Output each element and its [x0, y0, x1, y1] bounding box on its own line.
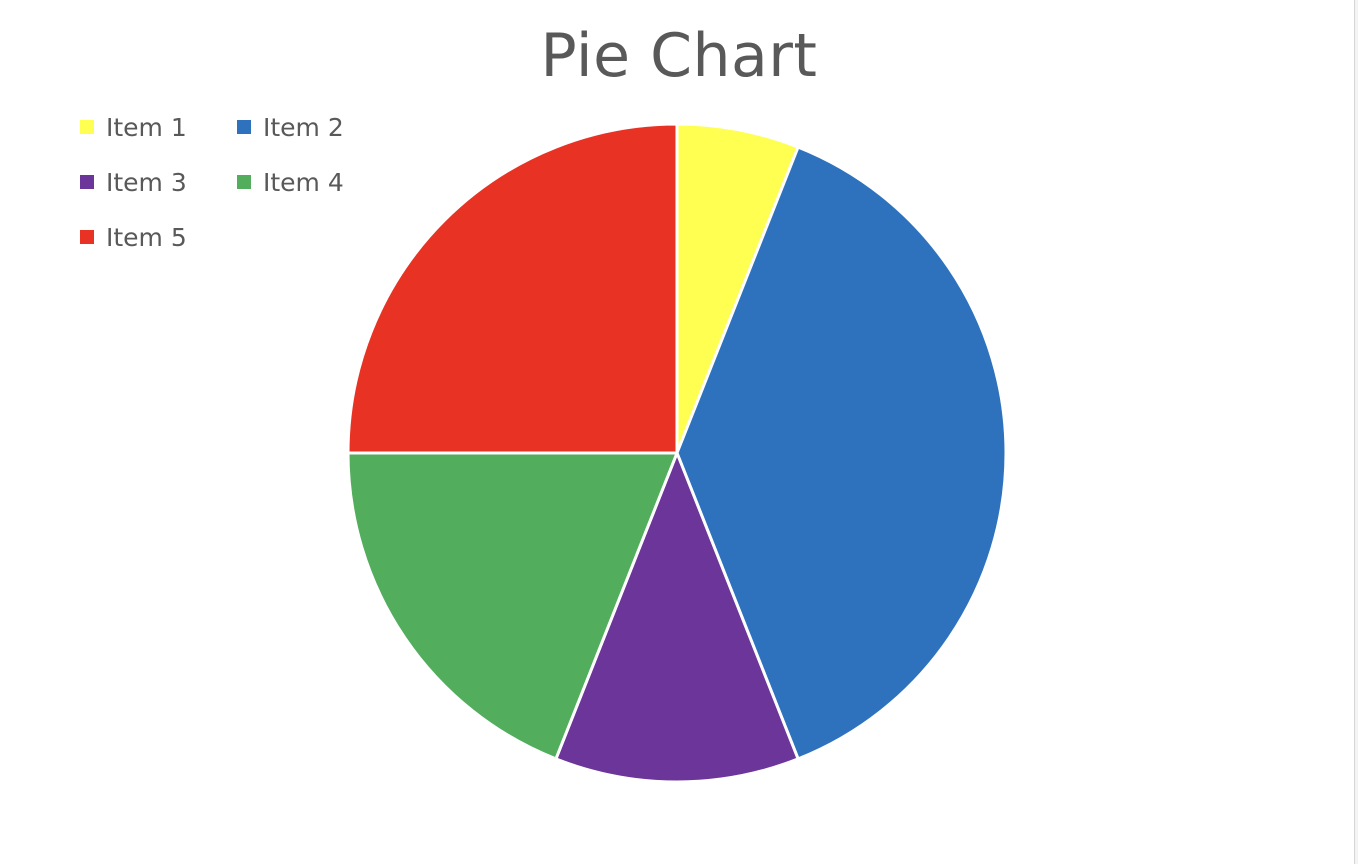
legend-swatch: [237, 120, 251, 134]
pie-slice-item-5: [346, 122, 679, 455]
window-edge: [1354, 0, 1358, 864]
legend-item: Item 2: [237, 110, 344, 144]
legend-swatch: [237, 175, 251, 189]
legend-swatch: [80, 230, 94, 244]
legend: Item 1 Item 2 Item 3 Item 4 Item 5: [80, 110, 380, 280]
legend-label: Item 1: [106, 112, 187, 142]
legend-swatch: [80, 175, 94, 189]
legend-item: Item 5: [80, 220, 187, 254]
legend-label: Item 2: [263, 112, 344, 142]
chart-canvas: Pie Chart Item 1 Item 2 Item 3 Item 4 Item 5: [0, 0, 1358, 864]
legend-label: Item 3: [106, 167, 187, 197]
legend-label: Item 5: [106, 222, 187, 252]
legend-swatch: [80, 120, 94, 134]
legend-label: Item 4: [263, 167, 344, 197]
legend-item: Item 3: [80, 165, 187, 199]
legend-item: Item 4: [237, 165, 344, 199]
legend-item: Item 1: [80, 110, 187, 144]
